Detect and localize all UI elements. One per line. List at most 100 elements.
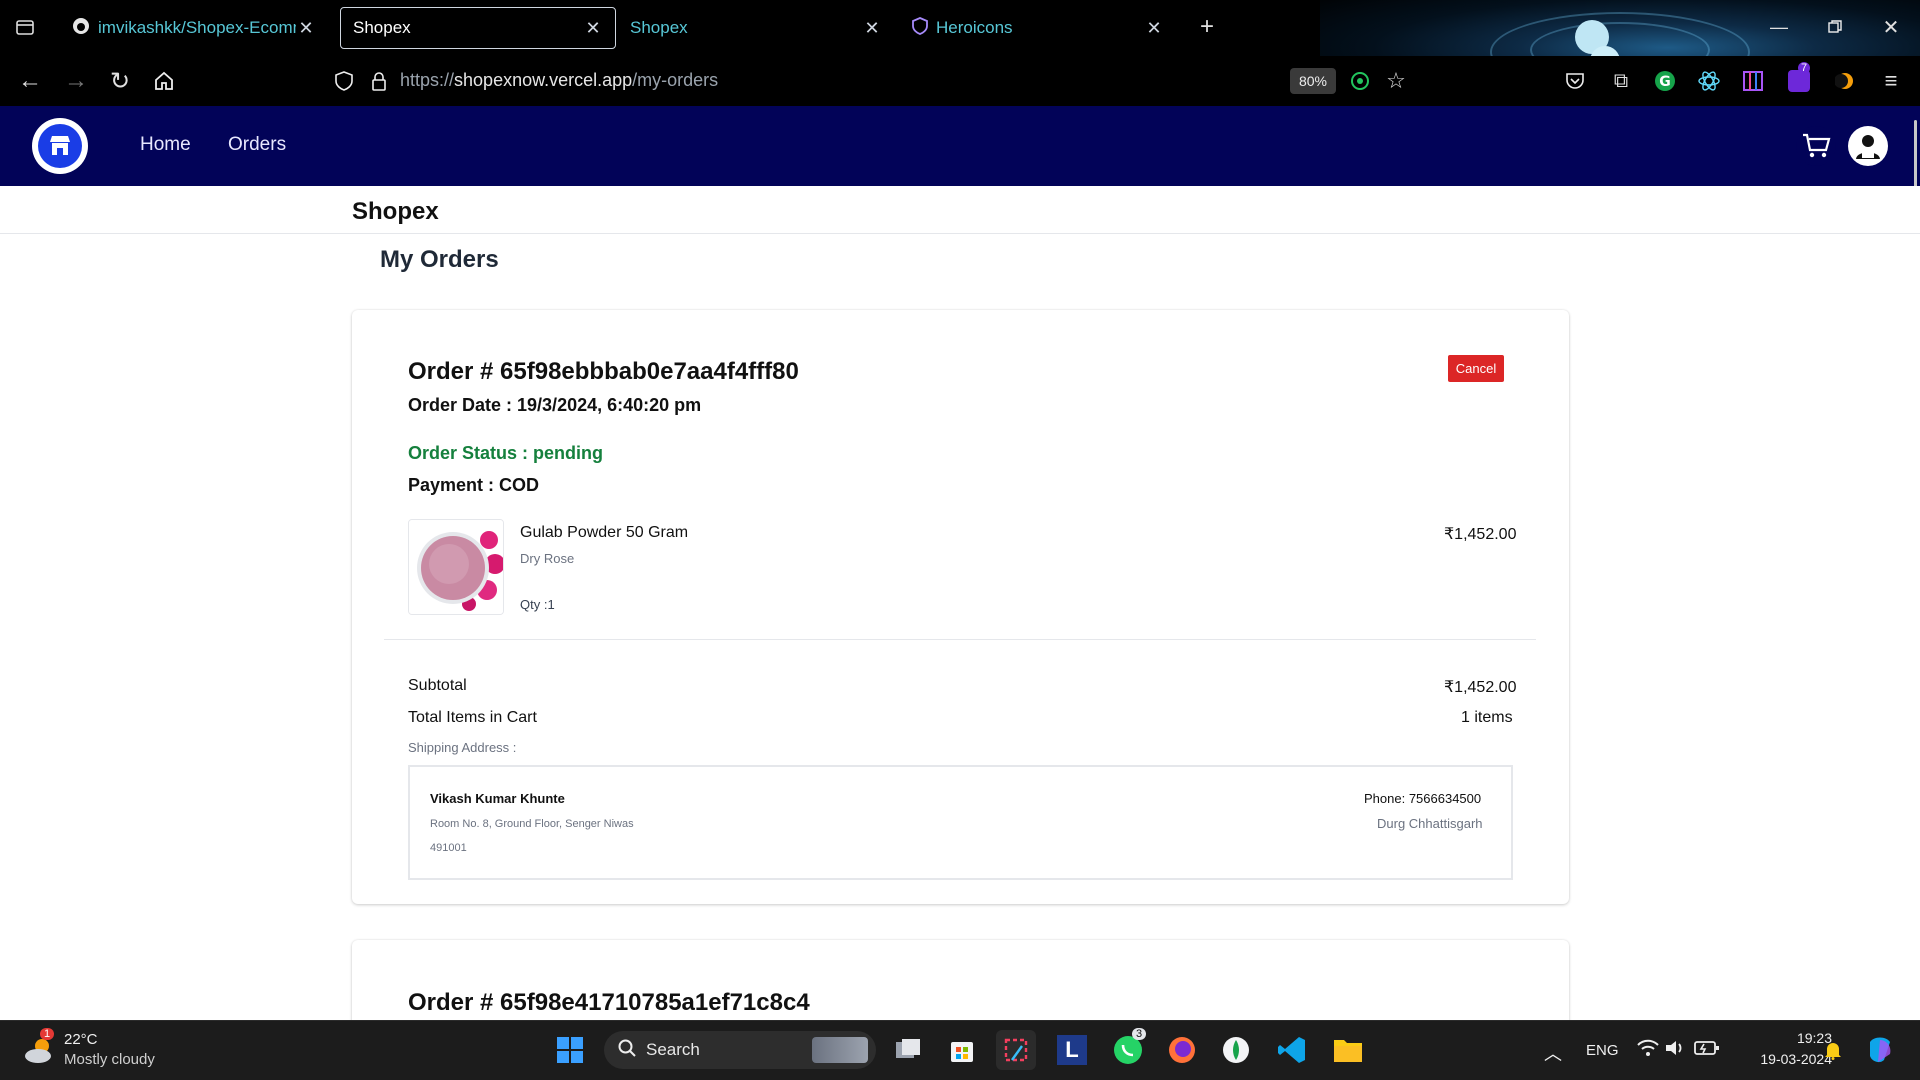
product-thumbnail[interactable] — [408, 519, 504, 615]
user-avatar[interactable] — [1848, 126, 1888, 166]
github-icon — [72, 17, 90, 40]
language-indicator[interactable]: ENG — [1586, 1042, 1619, 1059]
tab-title: imvikashkk/Shopex-Ecommerce — [98, 18, 296, 37]
url-path: /my-orders — [632, 70, 719, 90]
firefox-icon[interactable] — [1162, 1030, 1202, 1070]
home-icon[interactable] — [148, 66, 180, 96]
tab-heroicons[interactable]: Heroicons ✕ — [900, 7, 1176, 49]
search-label: Search — [646, 1040, 700, 1059]
weather-description[interactable]: Mostly cloudy — [64, 1051, 155, 1068]
address-bar[interactable]: https://shopexnow.vercel.app/my-orders — [400, 70, 718, 91]
taskbar-search[interactable]: Search — [604, 1031, 876, 1069]
windows-start-icon[interactable] — [550, 1030, 590, 1070]
close-window-icon[interactable]: ✕ — [1876, 12, 1906, 42]
tray-overflow-chevron-up-icon[interactable]: ︿ — [1544, 1040, 1562, 1066]
app-navbar — [0, 106, 1920, 186]
product-price: ₹1,452.00 — [1444, 526, 1517, 543]
cart-icon[interactable] — [1796, 126, 1836, 166]
tab-list-icon[interactable] — [10, 12, 40, 42]
extensions-puzzle-icon[interactable]: ⧉ — [1606, 66, 1636, 96]
extension-badge-icon[interactable]: 7 — [1784, 62, 1814, 96]
pocket-icon[interactable] — [1560, 66, 1590, 96]
subtotal-value: ₹1,452.00 — [1444, 679, 1517, 696]
tab-close-icon[interactable]: ✕ — [1144, 18, 1164, 39]
lock-icon[interactable] — [366, 66, 392, 96]
tab-title: Heroicons — [936, 18, 1013, 37]
wifi-icon[interactable] — [1636, 1038, 1660, 1063]
product-name: Gulab Powder 50 Gram — [520, 524, 689, 541]
l-app-icon[interactable]: L — [1052, 1030, 1092, 1070]
payment-method: Payment : COD — [408, 475, 540, 495]
tab-close-icon[interactable]: ✕ — [862, 18, 882, 39]
clock-date[interactable]: 19-03-2024 — [1740, 1051, 1832, 1067]
colorzilla-grid-icon[interactable] — [1738, 66, 1768, 96]
nav-home-link[interactable]: Home — [140, 134, 191, 156]
svg-text:G: G — [1659, 74, 1671, 90]
address-phone: Phone: 7566634500 — [1364, 791, 1482, 806]
vscode-icon[interactable] — [1272, 1030, 1312, 1070]
address-pin: 491001 — [430, 842, 467, 854]
tab-title: Shopex — [630, 18, 688, 37]
tracking-shield-icon[interactable] — [330, 66, 358, 96]
snipping-tool-icon[interactable] — [996, 1030, 1036, 1070]
bookmark-star-icon[interactable]: ☆ — [1382, 66, 1410, 96]
address-street: Room No. 8, Ground Floor, Senger Niwas — [430, 818, 634, 830]
mongodb-compass-icon[interactable] — [1216, 1030, 1256, 1070]
weather-cloud-icon[interactable]: 1 — [22, 1028, 58, 1068]
url-host: shopexnow.vercel.app — [454, 70, 633, 90]
address-city: Durg Chhattisgarh — [1377, 816, 1483, 831]
nav-orders-link[interactable]: Orders — [228, 134, 286, 156]
brand-title: Shopex — [352, 198, 439, 225]
minimize-icon[interactable]: — — [1764, 12, 1794, 42]
extension-target-icon[interactable] — [1346, 68, 1374, 94]
app-menu-icon[interactable]: ≡ — [1876, 66, 1906, 96]
url-scheme: https:// — [400, 70, 455, 90]
product-quantity: Qty :1 — [520, 597, 555, 612]
search-icon — [618, 1039, 636, 1062]
task-view-icon[interactable] — [888, 1030, 928, 1070]
shipping-address-heading: Shipping Address : — [408, 740, 517, 755]
volume-icon[interactable] — [1664, 1038, 1688, 1063]
file-explorer-icon[interactable] — [1328, 1030, 1368, 1070]
store-logo-icon[interactable] — [32, 118, 88, 174]
back-arrow-icon[interactable]: ← — [14, 66, 46, 96]
tab-github[interactable]: imvikashkk/Shopex-Ecommerce ✕ — [60, 7, 328, 49]
grammarly-icon[interactable]: G — [1650, 66, 1680, 96]
forward-arrow-icon[interactable]: → — [60, 66, 92, 96]
search-highlight-icon — [812, 1037, 868, 1063]
order-id: Order # 65f98e41710785a1ef71c8c4 — [408, 989, 810, 1016]
maximize-icon[interactable] — [1820, 12, 1850, 42]
order-date: Order Date : 19/3/2024, 6:40:20 pm — [408, 395, 702, 415]
total-items-value: 1 items — [1461, 709, 1513, 726]
react-devtools-icon[interactable] — [1694, 66, 1724, 96]
microsoft-store-icon[interactable] — [942, 1030, 982, 1070]
weather-badge: 1 — [40, 1028, 55, 1040]
tab-shopex-active[interactable]: Shopex ✕ — [340, 7, 616, 49]
copilot-icon[interactable] — [1864, 1034, 1896, 1071]
reload-icon[interactable]: ↻ — [104, 66, 136, 96]
cancel-order-button[interactable]: Cancel — [1448, 355, 1504, 382]
extension-badge-count: 7 — [1798, 62, 1811, 74]
address-name: Vikash Kumar Khunte — [430, 791, 565, 806]
total-items-label: Total Items in Cart — [408, 709, 537, 726]
zoom-indicator[interactable]: 80% — [1290, 68, 1336, 94]
product-brand: Dry Rose — [520, 551, 575, 566]
divider — [384, 639, 1536, 640]
order-status: Order Status : pending — [408, 443, 604, 463]
tab-title: Shopex — [353, 18, 411, 37]
extension-moon-icon[interactable] — [1830, 66, 1860, 96]
brand-header — [0, 186, 1920, 234]
whatsapp-icon[interactable]: 3 — [1108, 1028, 1148, 1070]
new-tab-button[interactable]: + — [1192, 12, 1222, 42]
order-id: Order # 65f98ebbbab0e7aa4f4fff80 — [408, 358, 799, 385]
whatsapp-badge: 3 — [1132, 1028, 1147, 1040]
subtotal-label: Subtotal — [408, 677, 467, 694]
weather-temperature[interactable]: 22°C — [64, 1031, 98, 1048]
page-title: My Orders — [380, 246, 499, 273]
battery-icon[interactable] — [1694, 1039, 1720, 1062]
heroicons-shield-icon — [912, 16, 928, 40]
notification-bell-icon[interactable] — [1824, 1040, 1842, 1065]
tab-shopex[interactable]: Shopex ✕ — [618, 7, 894, 49]
tab-close-icon[interactable]: ✕ — [583, 18, 603, 39]
tab-close-icon[interactable]: ✕ — [296, 18, 316, 39]
